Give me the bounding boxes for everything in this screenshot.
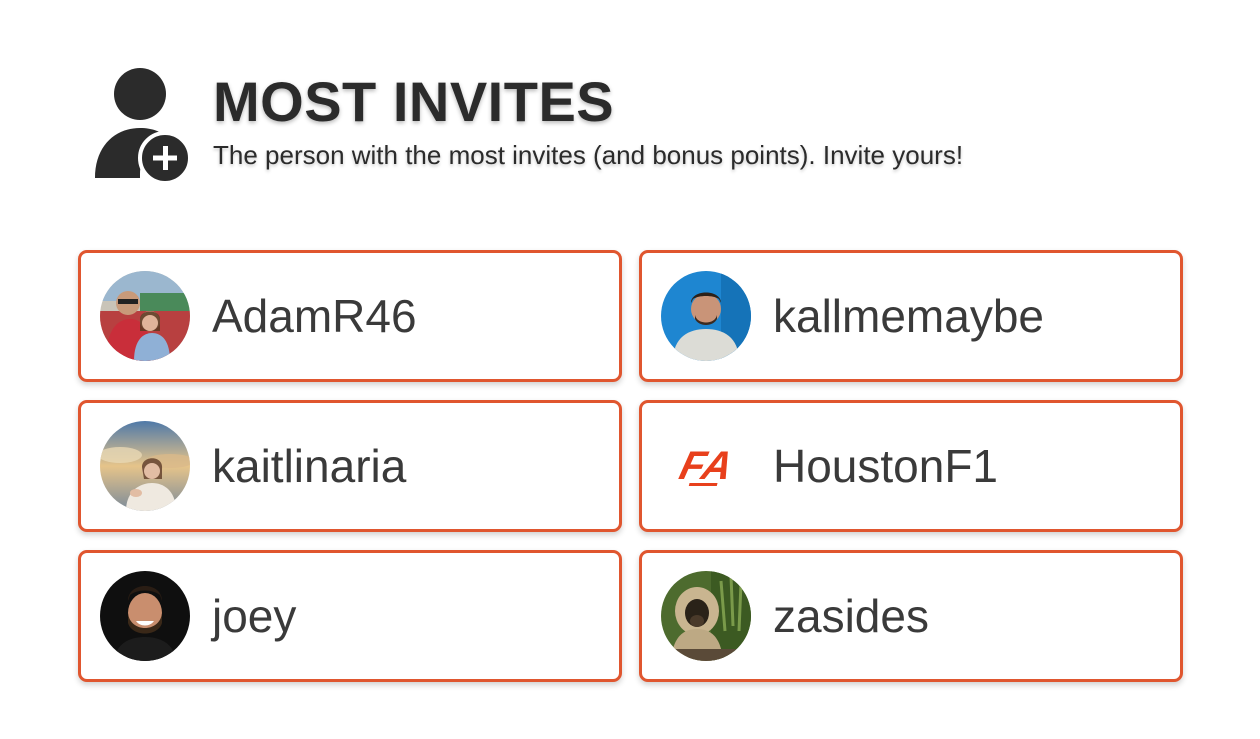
invitee-username: AdamR46 xyxy=(212,290,417,342)
header-text: MOST INVITES The person with the most in… xyxy=(213,70,963,170)
invitee-card[interactable]: zasides xyxy=(639,550,1183,682)
invitee-card[interactable]: joey xyxy=(78,550,622,682)
invitee-card[interactable]: kaitlinaria xyxy=(78,400,622,532)
smiling-man-dark-avatar xyxy=(100,571,190,661)
invitee-username: HoustonF1 xyxy=(773,440,999,492)
invitee-grid: AdamR46 kallmemaybe kaitlinaria FA Houst… xyxy=(78,250,1183,682)
invitee-username: zasides xyxy=(773,590,929,642)
couple-photo-avatar xyxy=(100,271,190,361)
section-header: MOST INVITES The person with the most in… xyxy=(93,66,963,182)
woman-sunset-avatar xyxy=(100,421,190,511)
man-blue-background-avatar xyxy=(661,271,751,361)
invitee-card[interactable]: FA HoustonF1 xyxy=(639,400,1183,532)
fa-logo-avatar: FA xyxy=(661,421,751,511)
invitee-card[interactable]: kallmemaybe xyxy=(639,250,1183,382)
invitee-card[interactable]: AdamR46 xyxy=(78,250,622,382)
page-subtitle: The person with the most invites (and bo… xyxy=(213,140,964,170)
invitee-username: kallmemaybe xyxy=(773,290,1044,342)
invitee-username: kaitlinaria xyxy=(212,440,407,492)
page-title: MOST INVITES xyxy=(213,70,615,133)
gibbon-avatar xyxy=(661,571,751,661)
user-plus-icon xyxy=(95,68,192,182)
invitee-username: joey xyxy=(212,590,297,642)
